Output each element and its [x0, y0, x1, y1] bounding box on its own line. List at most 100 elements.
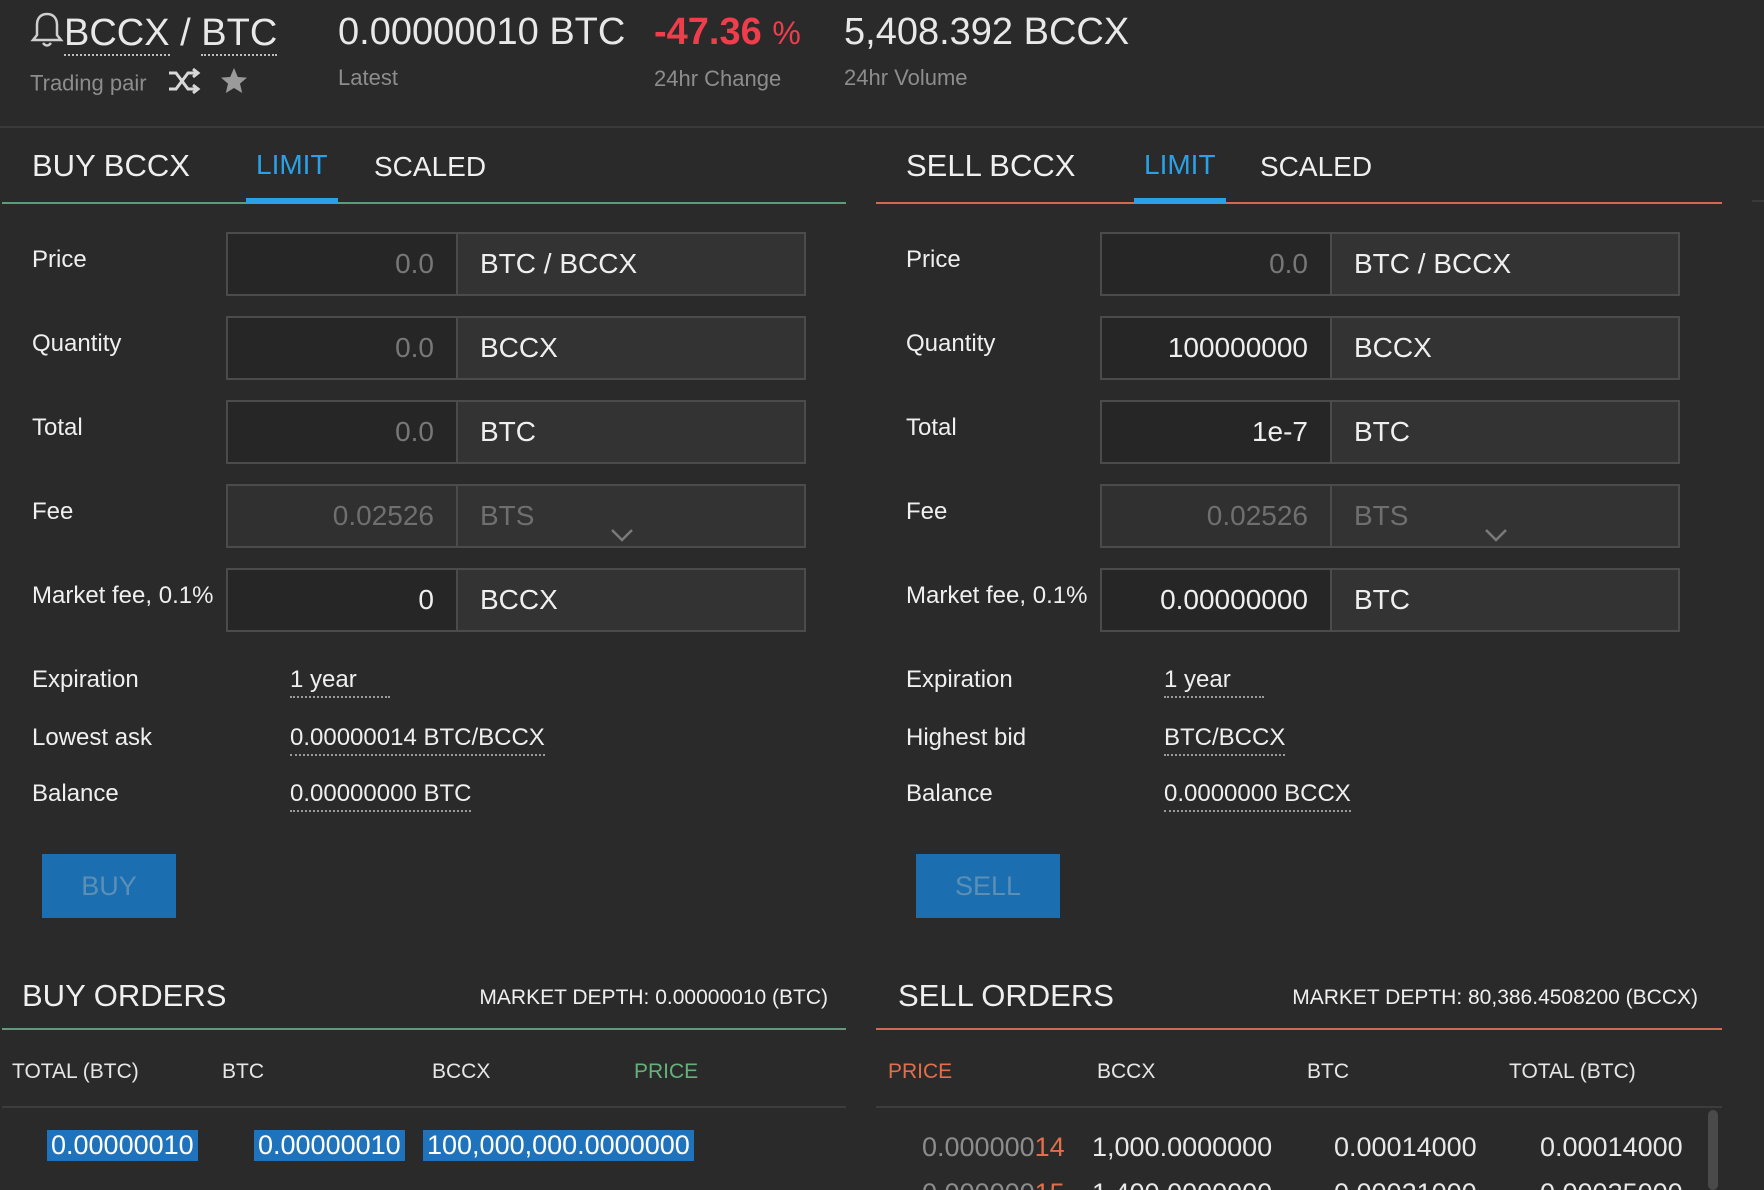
sell-row-btc: 0.00014000 [1334, 1132, 1477, 1162]
sell-total-input[interactable]: 1e-7 [1100, 400, 1332, 464]
change-percent-sign: % [772, 15, 801, 51]
sell-expiration-label: Expiration [906, 666, 1013, 693]
volume-value: 5,408.392 BCCX [844, 11, 1130, 53]
buy-price-input[interactable]: 0.0 [226, 232, 458, 296]
sell-market-depth: MARKET DEPTH: 80,386.4508200 (BCCX) [1292, 986, 1698, 1009]
buy-total-input[interactable]: 0.0 [226, 400, 458, 464]
sell-price-row: Price 0.0 BTC / BCCX [876, 232, 1722, 296]
sell-col-bccx[interactable]: BCCX [1097, 1060, 1155, 1084]
buy-quantity-unit: BCCX [456, 316, 806, 380]
buy-orders-title: BUY ORDERS [22, 978, 227, 1013]
buy-total-label: Total [32, 414, 83, 441]
sell-panel: SELL BCCX LIMIT SCALED Price 0.0 BTC / B… [876, 130, 1722, 1190]
sell-price-unit: BTC / BCCX [1330, 232, 1680, 296]
buy-balance-value[interactable]: 0.00000000 BTC [290, 780, 472, 812]
sell-fee-row: Fee 0.02526 BTS [876, 484, 1722, 548]
buy-market-fee-row: Market fee, 0.1% 0 BCCX [2, 568, 846, 632]
buy-market-fee-label: Market fee, 0.1% [32, 582, 214, 609]
buy-tab-limit[interactable]: LIMIT [246, 130, 338, 204]
latest-price-label: Latest [338, 65, 398, 90]
buy-fee-asset-select[interactable]: BTS [456, 484, 806, 548]
buy-col-btc[interactable]: BTC [222, 1060, 264, 1084]
change-block: -47.36 % 24hr Change [654, 10, 801, 93]
sell-tab-limit[interactable]: LIMIT [1134, 130, 1226, 204]
volume-block: 5,408.392 BCCX 24hr Volume [844, 10, 1129, 92]
sell-market-fee-label: Market fee, 0.1% [906, 582, 1088, 609]
sell-col-total[interactable]: TOTAL (BTC) [1509, 1060, 1636, 1084]
buy-panel-title: BUY BCCX [32, 148, 190, 183]
buy-fee-input: 0.02526 [226, 484, 458, 548]
buy-quantity-input[interactable]: 0.0 [226, 316, 458, 380]
buy-balance-row: Balance 0.00000000 BTC [2, 780, 846, 820]
trading-pair-block: BCCX / BTC Trading pair [30, 10, 278, 103]
price-prefix: 0.000000 [922, 1132, 1035, 1162]
sell-row-bccx: 1,000.0000000 [1092, 1132, 1273, 1162]
buy-row-total: 0.00000010 [47, 1130, 198, 1161]
buy-quantity-row: Quantity 0.0 BCCX [2, 316, 846, 380]
buy-balance-label: Balance [32, 780, 119, 807]
sell-total-unit: BTC [1330, 400, 1680, 464]
lowest-ask-label: Lowest ask [32, 724, 153, 751]
buy-lowest-ask-row: Lowest ask 0.00000014 BTC/BCCX [2, 724, 846, 764]
change-value: -47.36 [654, 11, 762, 53]
buy-total-row: Total 0.0 BTC [2, 400, 846, 464]
highest-bid-value[interactable]: BTC/BCCX [1164, 724, 1286, 756]
shuffle-icon[interactable] [167, 67, 201, 102]
buy-expiration-label: Expiration [32, 666, 139, 693]
sell-total-row: Total 1e-7 BTC [876, 400, 1722, 464]
sell-balance-row: Balance 0.0000000 BCCX [876, 780, 1722, 820]
sell-quantity-label: Quantity [906, 330, 996, 357]
chevron-down-icon [610, 504, 634, 564]
buy-fee-row: Fee 0.02526 BTS [2, 484, 846, 548]
sell-balance-value[interactable]: 0.0000000 BCCX [1164, 780, 1351, 812]
sell-row-btc: 0.00021000 [1334, 1178, 1477, 1190]
trading-pair-label: Trading pair [30, 70, 147, 96]
sell-expiration-value[interactable]: 1 year [1164, 666, 1264, 698]
sell-fee-asset-value: BTS [1354, 500, 1409, 531]
buy-tab-scaled[interactable]: SCALED [364, 130, 496, 204]
sell-tabs-bar: SELL BCCX LIMIT SCALED [876, 130, 1722, 204]
latest-price-block: 0.00000010 BTC Latest [338, 10, 625, 92]
sell-row-total: 0.00014000 [1540, 1132, 1683, 1162]
sell-orders-divider [876, 1028, 1722, 1030]
sell-quantity-input[interactable]: 100000000 [1100, 316, 1332, 380]
buy-total-unit: BTC [456, 400, 806, 464]
pair-quote-link[interactable]: BTC [201, 12, 278, 57]
sell-orders-scrollbar[interactable] [1708, 1110, 1718, 1190]
sell-panel-title: SELL BCCX [906, 148, 1076, 183]
sell-quantity-row: Quantity 100000000 BCCX [876, 316, 1722, 380]
price-prefix: 0.000000 [922, 1178, 1035, 1190]
sell-orders-header-separator [876, 1106, 1722, 1108]
buy-row-btc: 0.00000010 [254, 1130, 405, 1161]
adjacent-panel-edge [1752, 200, 1764, 202]
buy-button[interactable]: BUY [42, 854, 176, 918]
buy-col-total[interactable]: TOTAL (BTC) [12, 1060, 139, 1084]
sell-row-price: 0.00000014 [922, 1132, 1065, 1163]
buy-orders-header-separator [2, 1106, 846, 1108]
buy-row-bccx: 100,000,000.0000000 [423, 1130, 694, 1161]
star-icon[interactable] [219, 66, 249, 103]
lowest-ask-value[interactable]: 0.00000014 BTC/BCCX [290, 724, 545, 756]
buy-expiration-value[interactable]: 1 year [290, 666, 390, 698]
sell-quantity-unit: BCCX [1330, 316, 1680, 380]
sell-market-fee-input: 0.00000000 [1100, 568, 1332, 632]
sell-row-price: 0.00000015 [922, 1178, 1065, 1190]
sell-orders-title: SELL ORDERS [898, 978, 1114, 1013]
sell-button[interactable]: SELL [916, 854, 1060, 918]
sell-col-price[interactable]: PRICE [888, 1060, 952, 1084]
sell-price-input[interactable]: 0.0 [1100, 232, 1332, 296]
bell-icon[interactable] [30, 10, 64, 60]
buy-col-bccx[interactable]: BCCX [432, 1060, 490, 1084]
sell-price-label: Price [906, 246, 961, 273]
sell-col-btc[interactable]: BTC [1307, 1060, 1349, 1084]
sell-tab-scaled[interactable]: SCALED [1250, 130, 1382, 204]
buy-price-row: Price 0.0 BTC / BCCX [2, 232, 846, 296]
buy-market-fee-input: 0 [226, 568, 458, 632]
buy-col-price[interactable]: PRICE [634, 1060, 698, 1084]
buy-quantity-label: Quantity [32, 330, 122, 357]
sell-highest-bid-row: Highest bid BTC/BCCX [876, 724, 1722, 764]
sell-fee-asset-select[interactable]: BTS [1330, 484, 1680, 548]
sell-market-fee-row: Market fee, 0.1% 0.00000000 BTC [876, 568, 1722, 632]
pair-base-link[interactable]: BCCX [64, 12, 170, 57]
sell-fee-label: Fee [906, 498, 948, 525]
